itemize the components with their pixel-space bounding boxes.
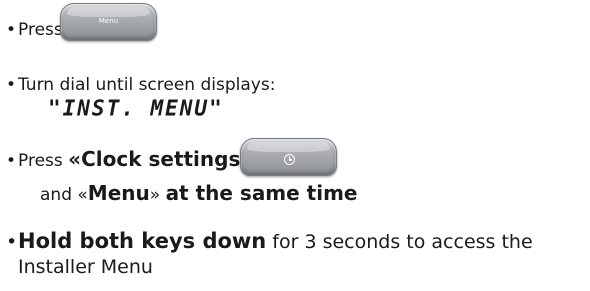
step-4-rest: for 3 seconds to access the	[266, 231, 533, 253]
step-3-and: and «	[40, 185, 88, 205]
hold-keys-label: Hold both keys down	[18, 229, 267, 253]
menu-key-label: Menu	[98, 17, 119, 25]
step-3-line-1: • Press «Clock settings»	[6, 149, 253, 171]
bullet: •	[6, 75, 17, 95]
step-3-line-2: and «Menu» at the same time	[40, 183, 358, 205]
bullet: •	[6, 231, 18, 253]
clock-settings-label: «Clock settings»	[68, 147, 254, 171]
installer-menu-text: Installer Menu	[18, 256, 153, 278]
step-1-text: Press	[18, 20, 63, 40]
step-4-line-1: •Hold both keys down for 3 seconds to ac…	[6, 229, 533, 254]
menu-label: Menu	[87, 181, 150, 205]
step-3-press: Press	[18, 151, 69, 171]
menu-key-image: Menu	[60, 3, 157, 41]
bullet: •	[6, 20, 17, 40]
step-3-sep: »	[149, 185, 166, 205]
clock-icon	[283, 154, 295, 165]
step-2: • Turn dial until screen displays:	[6, 75, 275, 95]
step-4-line-2: Installer Menu	[18, 255, 153, 279]
lcd-display-text: "INST. MENU"	[48, 95, 224, 121]
step-1: • Press	[6, 20, 63, 40]
same-time-label: at the same time	[165, 181, 358, 205]
clock-key-image	[240, 138, 337, 176]
bullet: •	[6, 151, 17, 171]
step-2-text: Turn dial until screen displays:	[18, 75, 276, 95]
